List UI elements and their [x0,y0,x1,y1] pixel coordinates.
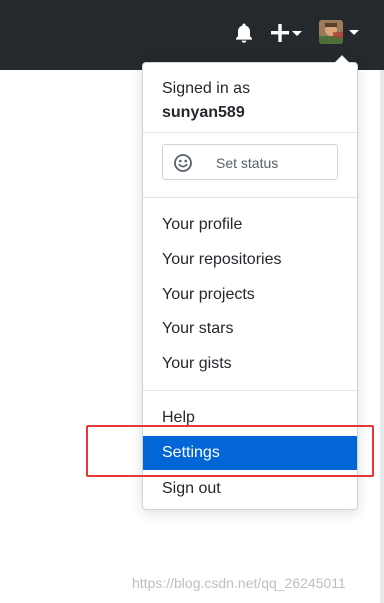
bell-icon[interactable] [234,22,254,44]
set-status-button[interactable]: Set status [162,144,338,180]
divider [143,197,357,198]
set-status-label: Set status [216,155,279,171]
annotation-highlight-box [86,425,374,477]
avatar[interactable] [319,20,343,44]
menu-item-your-repositories[interactable]: Your repositories [143,243,357,277]
divider [143,390,357,391]
menu-item-your-stars[interactable]: Your stars [143,312,357,346]
divider [143,132,357,133]
create-new-dropdown[interactable] [271,22,303,44]
menu-item-your-projects[interactable]: Your projects [143,278,357,312]
menu-item-your-profile[interactable]: Your profile [143,208,357,242]
user-menu-toggle[interactable] [319,20,361,46]
smiley-icon [174,154,192,172]
menu-item-your-gists[interactable]: Your gists [143,347,357,381]
plus-icon [271,24,302,42]
chevron-down-icon [349,30,359,35]
scrollbar-track [380,70,384,603]
dropdown-pointer-fill [335,56,349,63]
watermark: https://blog.csdn.net/qq_26245011 [132,575,346,591]
signed-in-label: Signed in as [162,80,251,97]
username: sunyan589 [162,104,245,121]
top-header-bar [0,0,384,70]
menu-item-sign-out[interactable]: Sign out [143,472,357,506]
